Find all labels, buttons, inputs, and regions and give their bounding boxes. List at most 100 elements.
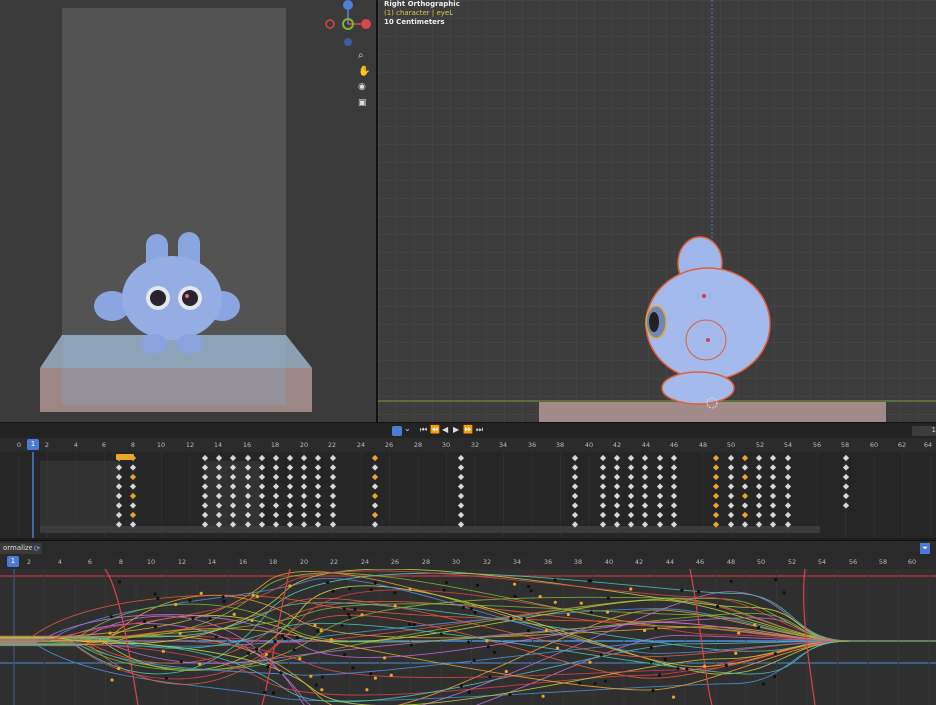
keyframe[interactable] [656, 464, 664, 471]
keyframe[interactable] [627, 473, 635, 481]
keyframe[interactable] [457, 464, 465, 471]
keyframe[interactable] [670, 464, 678, 471]
refresh-icon[interactable]: ⟳ [32, 543, 42, 554]
keyframe[interactable] [769, 492, 777, 500]
keyframe[interactable] [613, 464, 621, 471]
keyframe[interactable] [842, 492, 850, 500]
keyframe[interactable] [129, 473, 137, 481]
keyframe[interactable] [300, 492, 308, 500]
keyframe[interactable] [599, 502, 607, 509]
keyframe[interactable] [129, 492, 137, 500]
play-reverse-icon[interactable]: ◀ [442, 425, 448, 434]
keyframe[interactable] [727, 502, 735, 509]
keyframe[interactable] [314, 464, 322, 471]
play-icon[interactable]: ▶ [453, 425, 459, 434]
keyframe[interactable] [741, 464, 749, 471]
keyframe[interactable] [712, 492, 720, 500]
keyframe[interactable] [641, 464, 649, 471]
hand-pan-icon[interactable]: ✋ [358, 66, 370, 82]
keyframe[interactable] [769, 464, 777, 471]
keyframe[interactable] [769, 473, 777, 481]
keyframe[interactable] [769, 502, 777, 509]
keyframe[interactable] [286, 454, 294, 462]
keyframe[interactable] [627, 483, 635, 490]
keyframe[interactable] [641, 502, 649, 509]
keyframe[interactable] [571, 473, 579, 481]
keyframe[interactable] [741, 454, 749, 462]
keyframe[interactable] [670, 473, 678, 481]
keyframe[interactable] [641, 492, 649, 500]
keyframe[interactable] [129, 502, 137, 509]
keyframe[interactable] [599, 464, 607, 471]
filter-icon[interactable]: ⏷ [920, 543, 930, 554]
keyframe[interactable] [571, 492, 579, 500]
camera-view-icon[interactable]: ◉ [358, 82, 370, 98]
keyframe[interactable] [613, 492, 621, 500]
chevron-down-icon[interactable]: ⌄ [404, 424, 411, 433]
keyframe[interactable] [741, 483, 749, 490]
keyframe[interactable] [712, 511, 720, 519]
keyframe[interactable] [599, 473, 607, 481]
keyframe[interactable] [656, 454, 664, 462]
keyframe[interactable] [571, 502, 579, 509]
keyframe[interactable] [286, 492, 294, 500]
keyframe[interactable] [784, 492, 792, 500]
jump-end-icon[interactable]: ⏭ [476, 425, 483, 435]
keyframe[interactable] [784, 464, 792, 471]
keyframe[interactable] [371, 464, 379, 471]
keyframe[interactable] [627, 464, 635, 471]
keyframe[interactable] [371, 502, 379, 509]
keyframe[interactable] [712, 483, 720, 490]
keyframe[interactable] [727, 464, 735, 471]
keyframe[interactable] [215, 454, 223, 462]
keyframe[interactable] [627, 454, 635, 462]
keyframe[interactable] [842, 483, 850, 490]
keyframe[interactable] [755, 492, 763, 500]
keyframe[interactable] [641, 511, 649, 519]
keyframe[interactable] [842, 464, 850, 471]
keyframe[interactable] [457, 483, 465, 490]
graph-ruler[interactable]: 1 2 4 6 8 10 12 14 16 18 20 22 24 26 28 … [0, 555, 936, 569]
keyframe[interactable] [329, 454, 337, 462]
zoom-icon[interactable]: ⌕ [358, 50, 370, 66]
keyframe[interactable] [599, 483, 607, 490]
keyframe-grid[interactable] [0, 452, 936, 538]
keyframe[interactable] [329, 511, 337, 519]
keyframe[interactable] [784, 454, 792, 462]
keyframe[interactable] [314, 473, 322, 481]
keyframe[interactable] [712, 473, 720, 481]
keyframe[interactable] [286, 483, 294, 490]
keyframe[interactable] [286, 502, 294, 509]
keyframe[interactable] [641, 483, 649, 490]
keyframe[interactable] [258, 454, 266, 462]
keyframe[interactable] [300, 502, 308, 509]
keyframe[interactable] [371, 511, 379, 519]
keyframe[interactable] [784, 483, 792, 490]
keyframe[interactable] [641, 473, 649, 481]
keyframe[interactable] [842, 502, 850, 509]
keyframe[interactable] [457, 492, 465, 500]
keyframe[interactable] [457, 511, 465, 519]
keyframe[interactable] [656, 502, 664, 509]
keyframe[interactable] [613, 454, 621, 462]
keyframe[interactable] [755, 502, 763, 509]
keyframe[interactable] [571, 454, 579, 462]
keyframe[interactable] [656, 492, 664, 500]
keyframe[interactable] [314, 483, 322, 490]
keyframe[interactable] [457, 454, 465, 462]
keyframe[interactable] [727, 483, 735, 490]
keyframe[interactable] [599, 511, 607, 519]
keyframe[interactable] [286, 473, 294, 481]
keyframe[interactable] [727, 492, 735, 500]
keyframe[interactable] [627, 492, 635, 500]
keyframe[interactable] [286, 464, 294, 471]
keyframe[interactable] [329, 483, 337, 490]
keyframe[interactable] [571, 511, 579, 519]
next-keyframe-icon[interactable]: ⏩ [463, 425, 473, 434]
camera-viewport[interactable]: ⌕ ✋ ◉ ▣ [0, 0, 376, 422]
keyframe[interactable] [784, 511, 792, 519]
keyframe[interactable] [286, 511, 294, 519]
keyframe[interactable] [272, 454, 280, 462]
keyframe[interactable] [371, 473, 379, 481]
fcurve-canvas[interactable] [0, 569, 936, 705]
